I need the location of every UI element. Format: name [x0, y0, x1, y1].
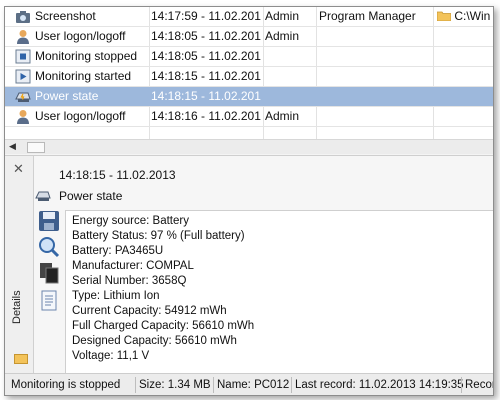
scroll-thumb[interactable] [27, 142, 45, 153]
status-last-record: Last record: 11.02.2013 14:19:35 [295, 379, 464, 391]
event-name: User logon/logoff [35, 109, 126, 123]
status-extra: Recor [465, 379, 494, 391]
detail-line: Voltage: 11,1 V [72, 350, 150, 362]
detail-line: Manufacturer: COMPAL [72, 260, 194, 272]
event-user: Admin [265, 29, 300, 43]
status-separator [291, 377, 292, 393]
event-timestamp: 14:18:05 - 11.02.2013 [151, 29, 261, 43]
event-row[interactable]: Screenshot 14:17:59 - 11.02.2013 Admin P… [5, 7, 493, 27]
detail-line: Battery Status: 97 % (Full battery) [72, 230, 245, 242]
close-icon[interactable]: ✕ [13, 161, 24, 177]
event-row[interactable]: User logon/logoff 14:18:16 - 11.02.2013 … [5, 107, 493, 127]
event-timestamp: 14:18:05 - 11.02.2013 [151, 49, 261, 63]
event-name: Screenshot [35, 9, 96, 23]
event-timestamp: 14:17:59 - 11.02.2013 [151, 9, 261, 23]
detail-line: Type: Lithium Ion [72, 290, 160, 302]
event-row-selected[interactable]: Power state 14:18:15 - 11.02.2013 [5, 87, 493, 107]
details-title: Power state [59, 189, 123, 203]
folder-icon [437, 11, 452, 22]
details-tab-label[interactable]: Details [11, 290, 23, 324]
status-name: Name: PC012 [217, 379, 290, 391]
detail-line: Serial Number: 3658Q [72, 275, 187, 287]
event-list: Screenshot 14:17:59 - 11.02.2013 Admin P… [5, 7, 493, 139]
event-user: Admin [265, 9, 300, 23]
event-timestamp: 14:18:16 - 11.02.2013 [151, 109, 261, 123]
search-icon[interactable] [37, 236, 61, 258]
event-timestamp: 14:18:15 - 11.02.2013 [151, 69, 261, 83]
status-size: Size: 1.34 MB [139, 379, 211, 391]
event-name: User logon/logoff [35, 29, 126, 43]
event-name: Monitoring started [35, 69, 132, 83]
document-icon[interactable] [37, 290, 61, 312]
event-name: Monitoring stopped [35, 49, 138, 63]
user-icon [17, 110, 29, 124]
detail-line: Energy source: Battery [72, 215, 189, 227]
event-user: Admin [265, 109, 300, 123]
event-window-text: C:\Win [454, 9, 491, 23]
user-icon [17, 30, 29, 44]
scroll-left-icon[interactable]: ◀ [9, 141, 16, 152]
power-icon [15, 92, 31, 102]
detail-line: Full Charged Capacity: 56610 mWh [72, 320, 255, 332]
event-window: C:\Win [437, 9, 493, 23]
copy-icon[interactable] [37, 262, 61, 284]
status-bar: Monitoring is stopped Size: 1.34 MB Name… [5, 373, 494, 395]
status-separator [213, 377, 214, 393]
detail-line: Battery: PA3465U [72, 245, 164, 257]
event-row[interactable]: User logon/logoff 14:18:05 - 11.02.2013 … [5, 27, 493, 47]
camera-icon [16, 11, 30, 23]
status-monitoring: Monitoring is stopped [11, 379, 121, 391]
event-name: Power state [35, 89, 99, 103]
event-timestamp: 14:18:15 - 11.02.2013 [151, 89, 261, 103]
monitor-stop-icon [15, 49, 31, 64]
app-window: Screenshot 14:17:59 - 11.02.2013 Admin P… [4, 6, 494, 396]
event-row[interactable]: Monitoring stopped 14:18:05 - 11.02.2013 [5, 47, 493, 67]
folder-tab-icon[interactable] [14, 354, 28, 364]
monitor-play-icon [15, 69, 31, 84]
power-icon [35, 191, 51, 201]
details-panel: ✕ Details 14:18:15 - 11.02.2013 Power st… [5, 155, 493, 376]
horizontal-scrollbar[interactable]: ◀ [5, 139, 493, 154]
detail-line: Current Capacity: 54912 mWh [72, 305, 227, 317]
event-row[interactable]: Monitoring started 14:18:15 - 11.02.2013 [5, 67, 493, 87]
event-application: Program Manager [319, 9, 416, 23]
status-separator [135, 377, 136, 393]
details-text-box[interactable]: Energy source: Battery Battery Status: 9… [65, 210, 493, 376]
details-sidebar: ✕ Details [5, 156, 34, 374]
save-icon[interactable] [37, 210, 61, 232]
status-separator [461, 377, 462, 393]
detail-line: Designed Capacity: 56610 mWh [72, 335, 237, 347]
details-timestamp: 14:18:15 - 11.02.2013 [59, 168, 176, 182]
